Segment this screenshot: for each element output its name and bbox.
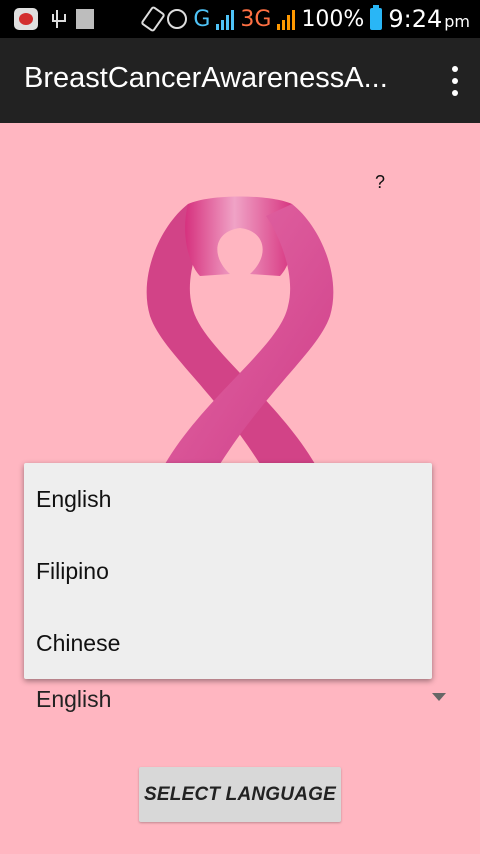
overflow-menu-icon[interactable] bbox=[450, 66, 460, 96]
dropdown-arrow-icon bbox=[432, 693, 446, 701]
app-title: BreastCancerAwarenessA... bbox=[24, 62, 388, 94]
language-dropdown-popup: English Filipino Chinese bbox=[24, 463, 432, 679]
clock-time: 9:24 bbox=[388, 5, 443, 33]
network-3g-label: 3G bbox=[240, 6, 272, 32]
spinner-selected-value: English bbox=[36, 686, 112, 712]
battery-icon bbox=[370, 5, 383, 30]
select-language-button[interactable]: SELECT LANGUAGE bbox=[139, 767, 341, 822]
clock: 9:24 pm bbox=[388, 5, 470, 33]
network-g-label: G bbox=[193, 6, 211, 32]
pink-ribbon-image bbox=[146, 196, 334, 464]
vibrate-icon bbox=[140, 5, 167, 33]
action-bar: BreastCancerAwarenessA... bbox=[0, 38, 480, 123]
signal-icon bbox=[216, 8, 235, 30]
dropdown-option-english[interactable]: English bbox=[24, 463, 432, 535]
battery-percent: 100% bbox=[301, 6, 365, 32]
help-mark: ? bbox=[375, 172, 386, 192]
signal-3g-icon bbox=[277, 8, 296, 30]
clock-ampm: pm bbox=[444, 12, 470, 31]
notification-app-icon bbox=[14, 8, 38, 30]
usb-icon bbox=[50, 8, 66, 30]
language-spinner[interactable]: English bbox=[24, 678, 456, 720]
alarm-icon bbox=[167, 9, 188, 29]
status-bar: G 3G 100% 9:24 pm bbox=[0, 0, 480, 38]
sd-card-icon bbox=[76, 9, 94, 29]
dropdown-option-filipino[interactable]: Filipino bbox=[24, 535, 432, 607]
dropdown-option-chinese[interactable]: Chinese bbox=[24, 607, 432, 679]
